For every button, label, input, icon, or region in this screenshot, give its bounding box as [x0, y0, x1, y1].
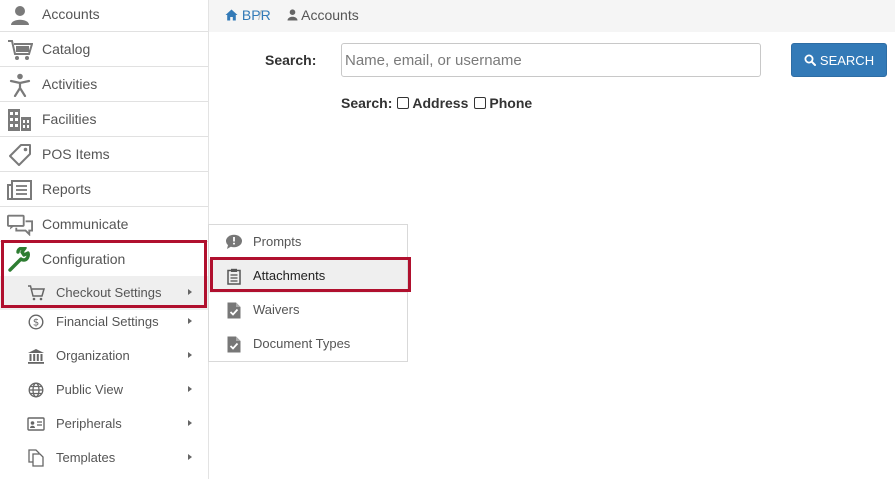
sidebar-item-label: Facilities	[42, 111, 97, 127]
sidebar-subitem-financial-settings[interactable]: $ Financial Settings	[0, 305, 208, 339]
sidebar-subitem-peripherals[interactable]: Peripherals	[0, 407, 208, 441]
search-icon	[804, 54, 816, 66]
search-button[interactable]: SEARCH	[791, 43, 887, 77]
flyout-item-waivers[interactable]: Waivers	[209, 293, 407, 327]
user-icon	[7, 3, 33, 27]
sidebar-item-facilities[interactable]: Facilities	[0, 102, 208, 137]
search-label: Search:	[265, 52, 317, 68]
sidebar-item-label: Accounts	[42, 6, 100, 22]
checkout-settings-flyout: Prompts Attachments Waivers Document Typ…	[208, 224, 408, 362]
sidebar-subitem-label: Public View	[56, 382, 123, 397]
search-options-label: Search:	[341, 95, 393, 111]
sidebar-item-reports[interactable]: Reports	[0, 172, 208, 207]
wrench-icon	[7, 247, 33, 272]
caret-right-icon	[188, 352, 192, 358]
caret-right-icon	[188, 454, 192, 460]
flyout-item-document-types[interactable]: Document Types	[209, 327, 407, 361]
flyout-item-label: Waivers	[253, 302, 300, 317]
sidebar-item-label: Catalog	[42, 41, 91, 57]
caret-right-icon	[188, 420, 192, 426]
globe-icon	[26, 382, 46, 398]
bank-icon	[26, 348, 46, 364]
breadcrumb: BPR / Accounts	[209, 0, 895, 32]
flyout-item-label: Document Types	[253, 336, 351, 351]
search-input[interactable]	[341, 43, 761, 77]
breadcrumb-current: Accounts	[287, 0, 359, 31]
sidebar-item-label: Communicate	[42, 216, 129, 232]
sidebar-item-pos-items[interactable]: POS Items	[0, 137, 208, 172]
sidebar-subitem-label: Financial Settings	[56, 314, 159, 329]
person-icon	[7, 73, 33, 97]
sidebar-subitem-label: Organization	[56, 348, 130, 363]
sidebar-item-catalog[interactable]: Catalog	[0, 32, 208, 67]
search-button-label: SEARCH	[819, 52, 875, 68]
phone-checkbox-label: Phone	[489, 95, 533, 111]
phone-checkbox[interactable]	[474, 97, 487, 109]
cart-icon	[7, 38, 33, 62]
sidebar-subitem-templates[interactable]: Templates	[0, 441, 208, 475]
tag-icon	[7, 143, 33, 167]
sidebar-subitem-label: Templates	[56, 450, 116, 465]
reports-icon	[7, 178, 33, 202]
building-icon	[7, 108, 33, 132]
sidebar-item-accounts[interactable]: Accounts	[0, 0, 208, 32]
sidebar-item-label: POS Items	[42, 146, 110, 162]
copy-icon	[26, 449, 46, 467]
doc-check-icon	[225, 335, 243, 353]
chat-icon	[7, 213, 33, 237]
search-options: Search: Address Phone	[341, 95, 532, 111]
sidebar-subitem-public-view[interactable]: Public View	[0, 373, 208, 407]
address-checkbox[interactable]	[397, 97, 410, 109]
sidebar: Accounts Catalog Activities Facilities P…	[0, 0, 209, 479]
sidebar-item-communicate[interactable]: Communicate	[0, 207, 208, 242]
flyout-item-label: Prompts	[253, 234, 302, 249]
dollar-icon: $	[26, 314, 46, 330]
sidebar-item-configuration[interactable]: Configuration	[0, 242, 208, 277]
home-icon	[225, 9, 238, 21]
sidebar-subitem-label: Peripherals	[56, 416, 122, 431]
breadcrumb-current-label: Accounts	[301, 7, 359, 23]
caret-right-icon	[188, 318, 192, 324]
svg-text:$: $	[33, 318, 39, 329]
flyout-item-label: Attachments	[253, 268, 326, 283]
address-checkbox-label: Address	[412, 95, 469, 111]
clipboard-icon	[225, 267, 243, 285]
id-card-icon	[26, 416, 46, 432]
user-icon	[287, 9, 298, 21]
breadcrumb-home-label: BPR	[241, 7, 271, 23]
comment-icon	[225, 233, 243, 251]
breadcrumb-home-link[interactable]: BPR	[225, 0, 271, 31]
sidebar-item-label: Activities	[42, 76, 98, 92]
sidebar-item-label: Reports	[42, 181, 92, 197]
caret-right-icon	[188, 386, 192, 392]
caret-right-icon	[188, 289, 192, 295]
flyout-item-attachments[interactable]: Attachments	[209, 259, 407, 293]
breadcrumb-separator: /	[258, 7, 262, 23]
sidebar-item-activities[interactable]: Activities	[0, 67, 208, 102]
doc-check-icon	[225, 301, 243, 319]
flyout-item-prompts[interactable]: Prompts	[209, 225, 407, 259]
cart-icon	[26, 285, 46, 301]
sidebar-item-label: Configuration	[42, 251, 126, 267]
sidebar-subitem-organization[interactable]: Organization	[0, 339, 208, 373]
